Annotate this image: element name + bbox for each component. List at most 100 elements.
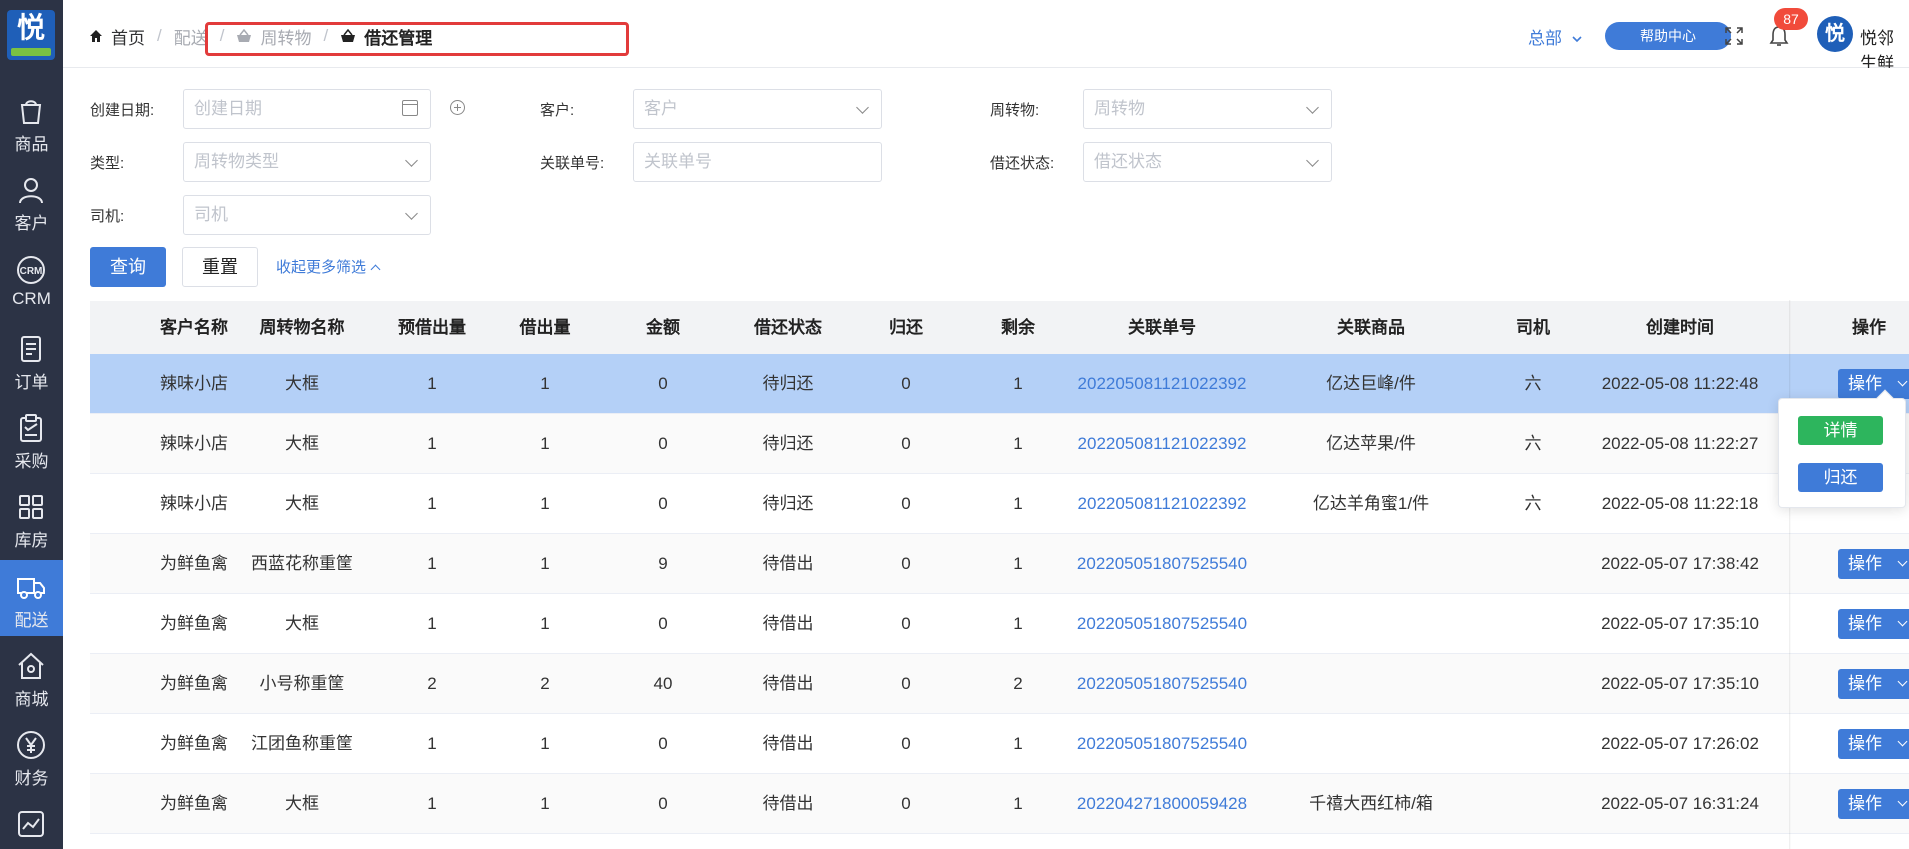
status-label: 借还状态: <box>990 155 1055 172</box>
cell-driver <box>1483 654 1583 714</box>
cell-time: 2022-05-08 11:22:18 <box>1601 494 1759 513</box>
column-header: 操作 <box>1852 318 1886 337</box>
chart-line-icon <box>18 811 44 837</box>
sidebar-item-6[interactable]: 配送 <box>0 560 63 636</box>
sidebar-item-label: 商品 <box>14 135 49 154</box>
cell-order[interactable]: 202205081121022392 <box>1052 414 1272 474</box>
cell-driver <box>1483 714 1583 774</box>
crm-icon: CRM <box>17 256 45 284</box>
cell-order[interactable]: 202205051807525540 <box>1052 594 1272 654</box>
cell-time: 2022-05-07 17:35:10 <box>1601 614 1759 633</box>
cell-order[interactable]: 202205081121022392 <box>1052 354 1272 414</box>
driver-select[interactable]: 司机 <box>183 195 431 235</box>
table-row[interactable]: 辣味小店 大框 1 1 0 待归还 0 1 202205081121022392 亿达羊角蜜1/件… <box>90 474 1909 534</box>
row-action-dropdown: 详情 归还 <box>1778 389 1906 508</box>
plus-circle-icon[interactable] <box>450 100 465 115</box>
row-action-label: 操作 <box>1848 554 1882 573</box>
cell-order[interactable]: 202204271800059428 <box>1052 774 1272 834</box>
cell-time: 2022-05-07 16:31:24 <box>1601 794 1759 813</box>
type-select[interactable]: 周转物类型 <box>183 142 431 182</box>
sidebar-item-3[interactable]: 订单 <box>0 322 63 398</box>
collapse-filters-link[interactable]: 收起更多筛选 <box>276 256 381 277</box>
row-action-button[interactable]: 操作 <box>1838 669 1909 699</box>
main-content: 创建日期: 创建日期 客户: 客户 周转物: 周转物 类型: 周转物类型 关联单… <box>63 68 1909 849</box>
help-center-button[interactable]: 帮助中心 <box>1605 22 1731 50</box>
cell-product <box>1281 654 1461 714</box>
table-row[interactable]: 为鲜鱼禽 西蓝花称重筐 1 1 9 待借出 0 1 202205051807525540 2022… <box>90 534 1909 594</box>
created-date-placeholder: 创建日期 <box>194 99 262 118</box>
cell-status: 待借出 <box>762 674 814 693</box>
order-no-input[interactable]: 关联单号 <box>633 142 882 182</box>
app-root: 悦 商品 客户 CRM CRM 订单 采购 库房 配送 商城 财务 首页 / 配送 / 周转物 /… <box>0 0 1909 849</box>
detail-button[interactable]: 详情 <box>1798 416 1883 445</box>
cell-plan: 1 <box>427 494 437 513</box>
status-select[interactable]: 借还状态 <box>1083 142 1332 182</box>
table-row[interactable]: 为鲜鱼禽 大框 1 1 0 待借出 0 1 202205051807525540 2022-05-… <box>90 594 1909 654</box>
row-action-button[interactable]: 操作 <box>1838 729 1909 759</box>
item-select[interactable]: 周转物 <box>1083 89 1332 129</box>
cell-returned: 0 <box>901 734 911 753</box>
collapse-filters-label: 收起更多筛选 <box>276 259 367 276</box>
sidebar-item-label: 配送 <box>14 611 49 630</box>
created-date-label: 创建日期: <box>90 102 155 119</box>
sidebar-item-2[interactable]: CRM CRM <box>0 243 63 319</box>
column-header: 借出量 <box>519 318 571 337</box>
cell-lent: 1 <box>540 494 550 513</box>
query-button[interactable]: 查询 <box>90 247 166 287</box>
cell-driver <box>1483 534 1583 594</box>
sidebar-item-label: 订单 <box>14 373 49 392</box>
item-placeholder: 周转物 <box>1094 99 1145 118</box>
cell-amount: 9 <box>658 554 668 573</box>
table-row[interactable]: 为鲜鱼禽 江团鱼称重筐 1 1 0 待借出 0 1 202205051807525540 2022… <box>90 714 1909 774</box>
sidebar-item-5[interactable]: 库房 <box>0 480 63 556</box>
app-logo[interactable]: 悦 <box>7 10 55 60</box>
fullscreen-icon[interactable] <box>1724 26 1744 46</box>
reset-button[interactable]: 重置 <box>182 247 258 287</box>
table-row[interactable]: 辣味小店 大框 1 1 0 待归还 0 1 202205081121022392 亿达巨峰/件六 2… <box>90 354 1909 414</box>
sidebar-item-partial[interactable] <box>0 797 63 849</box>
cell-order[interactable]: 202205051807525540 <box>1052 714 1272 774</box>
chevron-down-icon <box>856 101 869 114</box>
cell-amount: 0 <box>658 614 668 633</box>
sidebar-item-label: 财务 <box>14 769 49 788</box>
breadcrumb-home[interactable]: 首页 <box>111 24 145 49</box>
item-label: 周转物: <box>990 102 1040 119</box>
cell-status: 待归还 <box>762 494 814 513</box>
created-date-input[interactable]: 创建日期 <box>183 89 431 129</box>
row-action-label: 操作 <box>1848 614 1882 633</box>
cell-plan: 2 <box>427 674 437 693</box>
table-row[interactable]: 为鲜鱼禽 大框 1 1 0 待借出 0 1 202204271800059428 千禧大西红柿/箱… <box>90 774 1909 834</box>
cell-plan: 1 <box>427 734 437 753</box>
sidebar-item-8[interactable]: 财务 <box>0 718 63 794</box>
cell-status: 待借出 <box>762 734 814 753</box>
avatar[interactable]: 悦 <box>1817 16 1853 52</box>
logo-bar <box>11 48 51 56</box>
row-action-button[interactable]: 操作 <box>1838 789 1909 819</box>
cell-order[interactable]: 202205081121022392 <box>1052 474 1272 534</box>
table-row[interactable]: 辣味小店 大框 1 1 0 待归还 0 1 202205081121022392 亿达苹果/件六 2… <box>90 414 1909 474</box>
table-row[interactable]: 为鲜鱼禽 小号称重筐 2 2 40 待借出 0 2 202205051807525540 2022… <box>90 654 1909 714</box>
sidebar-item-1[interactable]: 客户 <box>0 163 63 239</box>
row-action-button[interactable]: 操作 <box>1838 369 1909 399</box>
sidebar-item-7[interactable]: 商城 <box>0 639 63 715</box>
clipboard-icon <box>20 414 42 442</box>
username[interactable]: 悦邻生鲜 <box>1860 24 1909 74</box>
type-label: 类型: <box>90 155 125 172</box>
return-button[interactable]: 归还 <box>1798 463 1883 492</box>
cell-order[interactable]: 202205051807525540 <box>1052 654 1272 714</box>
row-action-button[interactable]: 操作 <box>1838 609 1909 639</box>
chevron-down-icon <box>1306 101 1319 114</box>
breadcrumb-delivery[interactable]: 配送 <box>174 24 208 49</box>
row-action-label: 操作 <box>1848 374 1882 393</box>
cell-product: 亿达羊角蜜1/件 <box>1312 494 1430 513</box>
sidebar-item-4[interactable]: 采购 <box>0 401 63 477</box>
sidebar: 悦 商品客户 CRM CRM 订单采购 库房配送商城财务 <box>0 0 63 849</box>
sidebar-item-0[interactable]: 商品 <box>0 84 63 160</box>
org-selector[interactable]: 总部 <box>1528 24 1583 49</box>
customer-select[interactable]: 客户 <box>633 89 882 129</box>
logo-char: 悦 <box>16 12 45 43</box>
row-action-button[interactable]: 操作 <box>1838 549 1909 579</box>
cell-status: 待借出 <box>762 794 814 813</box>
cell-order[interactable]: 202205051807525540 <box>1052 534 1272 594</box>
cell-returned: 0 <box>901 494 911 513</box>
